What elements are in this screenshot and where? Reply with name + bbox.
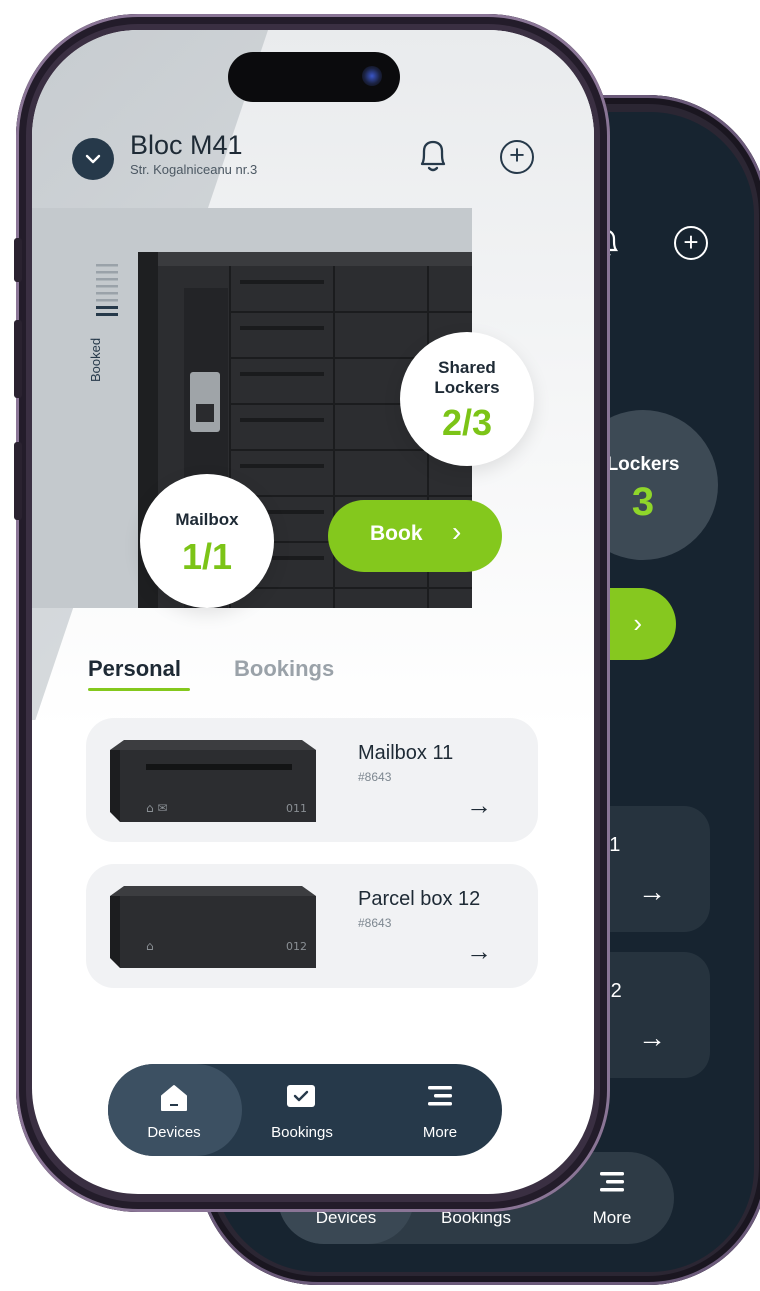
arrow-right-icon: → <box>638 876 666 907</box>
tab-personal[interactable]: Personal <box>88 656 181 682</box>
device-number: 011 <box>286 802 307 815</box>
side-button <box>14 442 22 520</box>
svg-text:⌂: ⌂ <box>146 939 154 953</box>
nav-bookings[interactable]: Bookings <box>252 1124 352 1141</box>
shared-lockers-label: Lockers <box>434 378 500 397</box>
mailbox-illustration: ⌂ ✉ 011 <box>110 740 316 822</box>
mailbox-count: 1/1 <box>181 536 233 577</box>
device-name: Mailbox 11 <box>358 742 454 764</box>
device-name: Parcel box 12 <box>358 888 481 910</box>
shared-lockers-badge[interactable]: Shared Lockers 2/3 <box>400 332 534 466</box>
home-icon[interactable] <box>158 1082 190 1114</box>
nav-devices[interactable]: Devices <box>124 1124 224 1141</box>
location-address: Str. Kogalniceanu nr.3 <box>130 162 258 177</box>
check-box-icon[interactable] <box>286 1084 316 1110</box>
tab-bookings[interactable]: Bookings <box>234 656 334 682</box>
chevron-right-icon: › <box>633 608 642 638</box>
arrow-right-icon: → <box>638 1022 666 1053</box>
menu-icon[interactable] <box>426 1084 454 1108</box>
bell-icon[interactable] <box>416 136 450 176</box>
nav-more[interactable]: More <box>390 1124 490 1141</box>
back-nav-more[interactable]: More <box>570 1208 654 1228</box>
location-selector-button[interactable] <box>72 138 114 180</box>
location-name[interactable]: Bloc M41 <box>130 130 243 161</box>
tab-active-underline <box>88 688 190 691</box>
booked-level-meter <box>96 264 118 316</box>
chevron-down-icon <box>85 154 101 164</box>
arrow-right-icon[interactable]: → <box>466 936 492 967</box>
side-button <box>14 238 22 282</box>
camera-lens <box>362 66 382 86</box>
add-icon[interactable]: + <box>500 140 534 174</box>
front-phone-screen: Bloc M41 Str. Kogalniceanu nr.3 + Booked… <box>32 30 594 1194</box>
mailbox-label: Mailbox <box>175 510 239 529</box>
side-button <box>14 320 22 398</box>
booked-label: Booked <box>88 337 103 382</box>
arrow-right-icon[interactable]: → <box>466 790 492 821</box>
device-card-parcel[interactable]: ⌂ 012 Parcel box 12 #8643 → <box>86 864 538 988</box>
svg-text:⌂ ✉: ⌂ ✉ <box>146 801 168 815</box>
device-id: #8643 <box>358 916 392 930</box>
mailbox-badge[interactable]: Mailbox 1/1 <box>140 474 274 608</box>
device-id: #8643 <box>358 770 392 784</box>
add-icon[interactable]: + <box>674 226 708 260</box>
device-card-mailbox[interactable]: ⌂ ✉ 011 Mailbox 11 #8643 → <box>86 718 538 842</box>
book-button[interactable]: Book › <box>328 500 502 572</box>
shared-lockers-count: 2/3 <box>441 402 493 443</box>
chevron-right-icon: › <box>452 516 462 547</box>
device-number: 012 <box>286 940 307 953</box>
shared-lockers-label: Shared <box>438 358 496 377</box>
menu-icon[interactable] <box>598 1170 626 1194</box>
book-button-label: Book <box>370 522 423 545</box>
parcel-box-illustration: ⌂ 012 <box>110 886 316 968</box>
